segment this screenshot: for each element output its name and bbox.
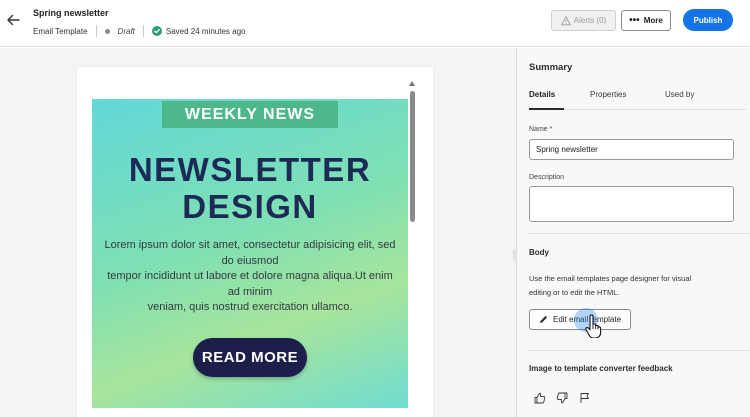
newsletter-badge: WEEKLY NEWS: [162, 101, 338, 128]
tab-properties[interactable]: Properties: [590, 90, 626, 99]
saved-status: Saved 24 minutes ago: [165, 26, 246, 36]
publish-button[interactable]: Publish: [683, 9, 733, 31]
body-section-title: Body: [529, 248, 549, 257]
name-label: Name *: [529, 126, 552, 133]
body-line: tempor incididunt ut labore et dolore ma…: [107, 270, 393, 282]
active-tab-indicator: [529, 108, 564, 110]
tab-used-by[interactable]: Used by: [665, 90, 694, 99]
newsletter-body: Lorem ipsum dolor sit amet, consectetur …: [92, 238, 408, 316]
more-button[interactable]: ••• More: [621, 10, 671, 31]
required-mark: *: [549, 126, 553, 133]
description-label: Description: [529, 174, 565, 181]
body-line: veniam, quis nostrud exercitation ullamc…: [147, 301, 353, 313]
newsletter-hero: WEEKLY NEWS NEWSLETTER DESIGN Lorem ipsu…: [92, 99, 408, 408]
alert-icon: [560, 15, 571, 25]
name-label-text: Name: [529, 126, 548, 133]
panel-tabs: Details Properties Used by: [529, 90, 746, 110]
divider: [529, 350, 750, 351]
arrow-left-icon[interactable]: [5, 12, 21, 28]
separator: [142, 25, 144, 37]
divider: [529, 233, 750, 234]
tab-details[interactable]: Details: [529, 90, 555, 99]
name-field[interactable]: Spring newsletter: [529, 139, 734, 160]
hand-cursor-icon: [585, 314, 602, 338]
body-line: do eiusmod: [221, 254, 279, 267]
app-header: Spring newsletter Email Template Draft S…: [0, 0, 750, 47]
thumbs-up-icon[interactable]: [534, 392, 546, 404]
status-dot: [104, 28, 110, 34]
body-line: ad minim: [227, 285, 273, 298]
thumbs-down-icon[interactable]: [556, 392, 568, 404]
flag-icon[interactable]: [579, 392, 591, 404]
checkmark-circle-icon: [151, 26, 162, 36]
body-description-line: Use the email templates page designer fo…: [529, 274, 692, 283]
scroll-up-arrow-icon[interactable]: [409, 81, 415, 86]
alerts-label: Alerts (0): [573, 16, 607, 25]
pencil-icon: [539, 315, 548, 324]
heading-line: DESIGN: [182, 188, 318, 225]
alerts-button[interactable]: Alerts (0): [551, 10, 616, 31]
template-meta: Email Template Draft Saved 24 minutes ag…: [33, 25, 246, 37]
body-description: Use the email templates page designer fo…: [529, 272, 729, 300]
scrollbar-thumb[interactable]: [410, 91, 415, 222]
description-field[interactable]: [529, 186, 734, 222]
page-title: Spring newsletter: [33, 8, 109, 18]
status-badge: Draft: [117, 26, 135, 36]
more-label: More: [643, 16, 663, 25]
feedback-section-title: Image to template converter feedback: [529, 364, 673, 373]
newsletter-heading: NEWSLETTER DESIGN: [92, 151, 408, 225]
heading-line: NEWSLETTER: [128, 151, 372, 188]
read-more-button[interactable]: READ MORE: [193, 338, 307, 377]
template-type: Email Template: [33, 26, 88, 36]
panel-title: Summary: [529, 62, 573, 73]
separator: [95, 25, 97, 37]
summary-panel: Summary Details Properties Used by Name …: [517, 48, 750, 417]
body-description-line: editing or to edit the HTML.: [529, 288, 620, 297]
body-line: Lorem ipsum dolor sit amet, consectetur …: [104, 239, 396, 251]
more-icon: •••: [629, 14, 640, 26]
